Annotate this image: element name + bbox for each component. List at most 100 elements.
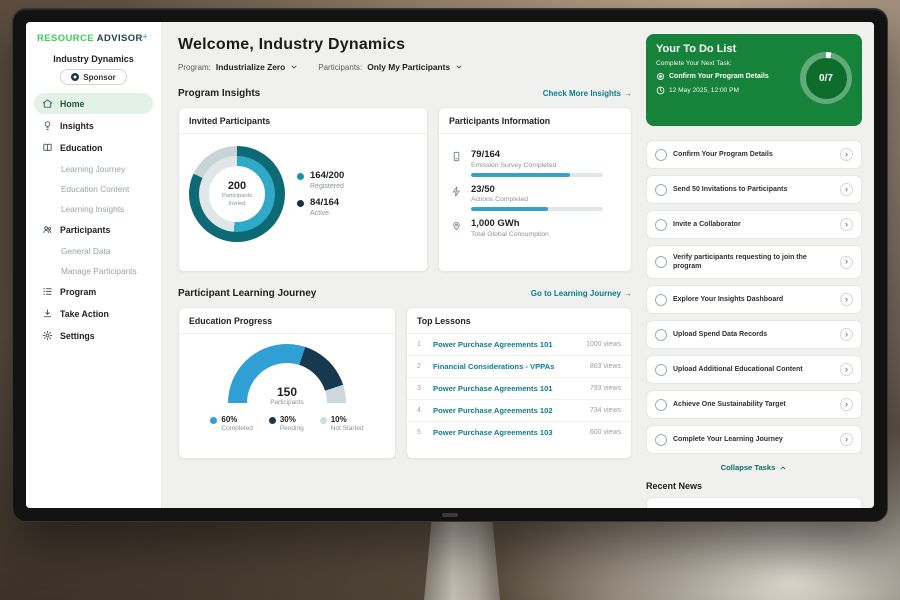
check-more-insights-link[interactable]: Check More Insights → bbox=[543, 89, 632, 98]
nav-label: Insights bbox=[60, 121, 94, 131]
task-label: Verify participants requesting to join t… bbox=[673, 253, 834, 271]
learning-journey-header: Participant Learning Journey Go to Learn… bbox=[178, 288, 632, 299]
task-row-achieve-target[interactable]: Achieve One Sustainability Target › bbox=[646, 390, 862, 419]
book-icon bbox=[42, 142, 53, 153]
lesson-link[interactable]: Power Purchase Agreements 101 bbox=[433, 340, 578, 349]
legend-label: Not Started bbox=[331, 425, 364, 432]
task-list: Confirm Your Program Details › Send 50 I… bbox=[646, 140, 862, 454]
circle-dot-icon bbox=[656, 72, 665, 81]
sidebar-item-insights[interactable]: Insights bbox=[34, 115, 153, 136]
lesson-row[interactable]: 1 Power Purchase Agreements 101 1000 vie… bbox=[407, 334, 631, 356]
link-label: Check More Insights bbox=[543, 89, 621, 98]
invited-participants-card: Invited Participants 200 Participants In… bbox=[178, 107, 428, 272]
program-insights-cards: Invited Participants 200 Participants In… bbox=[178, 107, 632, 272]
program-label: Program: bbox=[178, 63, 211, 72]
nav-label: Education bbox=[60, 143, 103, 153]
legend-dot-active bbox=[297, 200, 304, 207]
chevron-right-icon[interactable]: › bbox=[840, 256, 853, 269]
lesson-link[interactable]: Power Purchase Agreements 102 bbox=[433, 406, 582, 415]
checkbox-icon[interactable] bbox=[655, 434, 667, 446]
sidebar-item-home[interactable]: Home bbox=[34, 93, 153, 114]
go-to-learning-journey-link[interactable]: Go to Learning Journey → bbox=[531, 289, 632, 298]
lesson-link[interactable]: Financial Considerations - VPPAs bbox=[433, 362, 582, 371]
stat-value: 79/164 bbox=[471, 149, 603, 160]
task-row-complete-learning-journey[interactable]: Complete Your Learning Journey › bbox=[646, 425, 862, 454]
next-task-label: Confirm Your Program Details bbox=[669, 73, 769, 80]
todo-column: Your To Do List Complete Your Next Task:… bbox=[644, 22, 874, 508]
legend-item: 60% Completed bbox=[210, 415, 252, 432]
sidebar-item-participants[interactable]: Participants bbox=[34, 219, 153, 240]
gear-icon bbox=[42, 330, 53, 341]
sidebar-item-take-action[interactable]: Take Action bbox=[34, 303, 153, 324]
checkbox-icon[interactable] bbox=[655, 399, 667, 411]
sidebar-item-learning-journey[interactable]: Learning Journey bbox=[34, 159, 153, 178]
checkbox-icon[interactable] bbox=[655, 219, 667, 231]
legend-value: 84/164 bbox=[310, 198, 339, 209]
legend-label: Active bbox=[310, 210, 339, 217]
participants-dropdown[interactable]: Participants: Only My Participants bbox=[318, 62, 463, 72]
sponsor-label: Sponsor bbox=[83, 73, 115, 82]
lesson-link[interactable]: Power Purchase Agreements 103 bbox=[433, 428, 582, 437]
lesson-link[interactable]: Power Purchase Agreements 101 bbox=[433, 384, 582, 393]
chevron-right-icon[interactable]: › bbox=[840, 218, 853, 231]
chevron-down-icon bbox=[290, 63, 298, 71]
lesson-row[interactable]: 4 Power Purchase Agreements 102 734 view… bbox=[407, 400, 631, 422]
chevron-right-icon[interactable]: › bbox=[840, 293, 853, 306]
task-row-upload-spend-data[interactable]: Upload Spend Data Records › bbox=[646, 320, 862, 349]
sidebar-item-general-data[interactable]: General Data bbox=[34, 241, 153, 260]
sponsor-icon bbox=[71, 73, 79, 81]
stat-value: 23/50 bbox=[471, 184, 603, 195]
chevron-right-icon[interactable]: › bbox=[840, 183, 853, 196]
chevron-right-icon[interactable]: › bbox=[840, 398, 853, 411]
learning-journey-cards: Education Progress 150 Participants bbox=[178, 307, 632, 459]
sponsor-badge[interactable]: Sponsor bbox=[60, 69, 126, 85]
sidebar-item-manage-participants[interactable]: Manage Participants bbox=[34, 261, 153, 280]
chevron-right-icon[interactable]: › bbox=[840, 363, 853, 376]
task-row-confirm-program[interactable]: Confirm Your Program Details › bbox=[646, 140, 862, 169]
task-label: Explore Your Insights Dashboard bbox=[673, 295, 834, 304]
sidebar-item-education-content[interactable]: Education Content bbox=[34, 179, 153, 198]
brand-part2: ADVISOR bbox=[97, 33, 143, 44]
stat-row: 23/50 Actions Completed bbox=[451, 184, 619, 212]
participants-value: Only My Participants bbox=[367, 62, 450, 72]
task-row-send-invitations[interactable]: Send 50 Invitations to Participants › bbox=[646, 175, 862, 204]
gauge-center-label: Participants bbox=[228, 399, 346, 406]
checkbox-icon[interactable] bbox=[655, 184, 667, 196]
chevron-right-icon[interactable]: › bbox=[840, 148, 853, 161]
clock-icon bbox=[656, 86, 665, 95]
lesson-row[interactable]: 2 Financial Considerations - VPPAs 803 v… bbox=[407, 356, 631, 378]
checkbox-icon[interactable] bbox=[655, 364, 667, 376]
task-label: Achieve One Sustainability Target bbox=[673, 400, 834, 409]
task-row-explore-insights[interactable]: Explore Your Insights Dashboard › bbox=[646, 285, 862, 314]
lesson-row[interactable]: 3 Power Purchase Agreements 101 793 view… bbox=[407, 378, 631, 400]
nav-label: Home bbox=[60, 99, 84, 109]
checkbox-icon[interactable] bbox=[655, 294, 667, 306]
collapse-tasks-link[interactable]: Collapse Tasks bbox=[646, 463, 862, 472]
top-lessons-card: Top Lessons 1 Power Purchase Agreements … bbox=[406, 307, 632, 459]
brand-plus: + bbox=[143, 32, 148, 41]
org-name: Industry Dynamics bbox=[34, 54, 153, 64]
sidebar-item-settings[interactable]: Settings bbox=[34, 325, 153, 346]
program-dropdown[interactable]: Program: Industrialize Zero bbox=[178, 62, 298, 72]
todo-progress-value: 0/7 bbox=[806, 58, 847, 99]
task-row-verify-participants[interactable]: Verify participants requesting to join t… bbox=[646, 245, 862, 279]
chevron-right-icon[interactable]: › bbox=[840, 328, 853, 341]
legend-value: 10% bbox=[331, 415, 347, 424]
sidebar-item-learning-insights[interactable]: Learning Insights bbox=[34, 199, 153, 218]
task-row-upload-educational-content[interactable]: Upload Additional Educational Content › bbox=[646, 355, 862, 384]
checkbox-icon[interactable] bbox=[655, 149, 667, 161]
chevron-right-icon[interactable]: › bbox=[840, 433, 853, 446]
sidebar-item-education[interactable]: Education bbox=[34, 137, 153, 158]
task-label: Invite a Collaborator bbox=[673, 220, 834, 229]
legend-label: Registered bbox=[310, 183, 344, 190]
checkbox-icon[interactable] bbox=[655, 329, 667, 341]
task-label: Upload Additional Educational Content bbox=[673, 365, 834, 374]
checkbox-icon[interactable] bbox=[655, 256, 667, 268]
lesson-row[interactable]: 5 Power Purchase Agreements 103 600 view… bbox=[407, 422, 631, 443]
lesson-views: 734 views bbox=[590, 407, 621, 414]
task-row-invite-collaborator[interactable]: Invite a Collaborator › bbox=[646, 210, 862, 239]
stat-label: Emission Survey Completed bbox=[471, 162, 603, 169]
card-title: Participants Information bbox=[439, 108, 631, 134]
progress-bar bbox=[471, 173, 603, 177]
sidebar-item-program[interactable]: Program bbox=[34, 281, 153, 302]
